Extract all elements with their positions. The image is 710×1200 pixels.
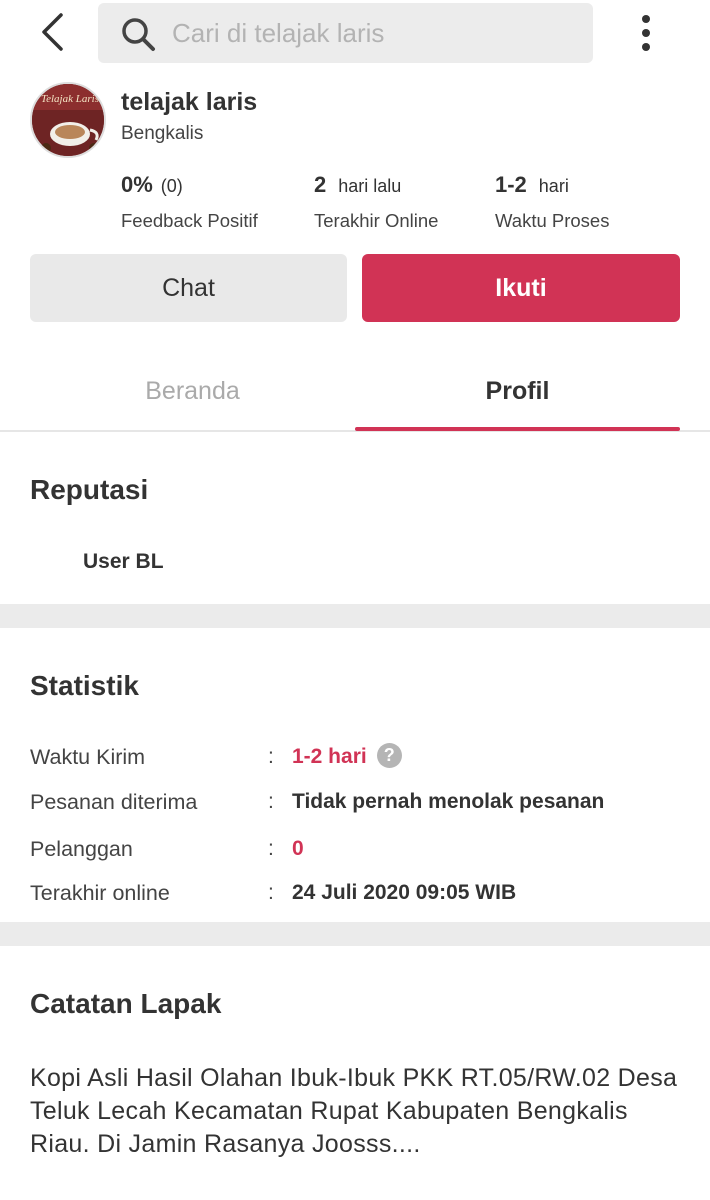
stat-row-pelanggan: Pelanggan : 0 (30, 837, 690, 869)
section-title-statistik: Statistik (30, 670, 139, 701)
top-bar (0, 0, 710, 66)
stat-label: Terakhir Online (314, 210, 439, 231)
chevron-left-icon (42, 13, 63, 51)
stat-value: 1-2 (495, 172, 527, 197)
search-input[interactable] (172, 3, 572, 63)
stat-label: Feedback Positif (121, 210, 258, 231)
store-avatar[interactable]: Telajak Laris (30, 82, 106, 158)
section-divider (0, 922, 710, 946)
stat-row-key: Terakhir online (30, 881, 170, 905)
active-tab-indicator (355, 427, 680, 431)
section-title-catatan: Catatan Lapak (30, 988, 222, 1019)
stat-row-key: Pesanan diterima (30, 790, 198, 814)
section-divider (0, 604, 710, 628)
stat-value: 2 (314, 172, 327, 197)
stat-value: 0% (121, 172, 153, 197)
back-button[interactable] (30, 10, 74, 54)
section-title-reputasi: Reputasi (30, 474, 149, 505)
tab-profil[interactable]: Profil (355, 350, 680, 432)
search-bar[interactable] (98, 3, 593, 63)
help-icon[interactable]: ? (376, 742, 402, 768)
search-icon (122, 18, 155, 51)
colon: : (268, 790, 274, 813)
stat-last-online: 2 hari lalu Terakhir Online (314, 172, 438, 232)
stat-row-value: 0 (292, 837, 304, 860)
tab-beranda[interactable]: Beranda (30, 350, 355, 432)
stat-row-value: 1-2 hari? (292, 742, 402, 769)
delivery-time-value: 1-2 hari (292, 745, 367, 768)
more-options-button[interactable] (628, 12, 664, 54)
store-logo-image: Telajak Laris (32, 84, 104, 156)
more-vertical-icon (642, 15, 650, 51)
stat-sub: hari (538, 176, 569, 196)
stat-row-key: Pelanggan (30, 837, 133, 861)
tab-bar: Beranda Profil (0, 350, 710, 432)
stat-label: Waktu Proses (495, 210, 610, 231)
stat-row-value: 24 Juli 2020 09:05 WIB (292, 881, 517, 904)
stat-row-waktu-kirim: Waktu Kirim : 1-2 hari? (30, 742, 690, 777)
stat-row-key: Waktu Kirim (30, 745, 146, 769)
colon: : (268, 837, 274, 860)
stat-process-time: 1-2 hari Waktu Proses (495, 172, 609, 232)
follow-button[interactable]: Ikuti (362, 254, 680, 322)
stat-row-pesanan: Pesanan diterima : Tidak pernah menolak … (30, 790, 690, 822)
store-location: Bengkalis (121, 123, 204, 144)
colon: : (268, 745, 274, 768)
store-name: telajak laris (121, 88, 258, 116)
svg-text:Telajak Laris: Telajak Laris (41, 93, 99, 105)
stat-row-terakhir-online: Terakhir online : 24 Juli 2020 09:05 WIB (30, 881, 690, 913)
stat-row-value: Tidak pernah menolak pesanan (292, 790, 605, 813)
stat-feedback: 0% (0) Feedback Positif (121, 172, 258, 232)
store-notes-text: Kopi Asli Hasil Olahan Ibuk-Ibuk PKK RT.… (30, 1064, 678, 1158)
chat-button[interactable]: Chat (30, 254, 347, 322)
reputation-badge: User BL (83, 550, 164, 573)
stat-sub: hari lalu (338, 176, 402, 196)
stat-sub: (0) (160, 176, 183, 196)
colon: : (268, 881, 274, 904)
